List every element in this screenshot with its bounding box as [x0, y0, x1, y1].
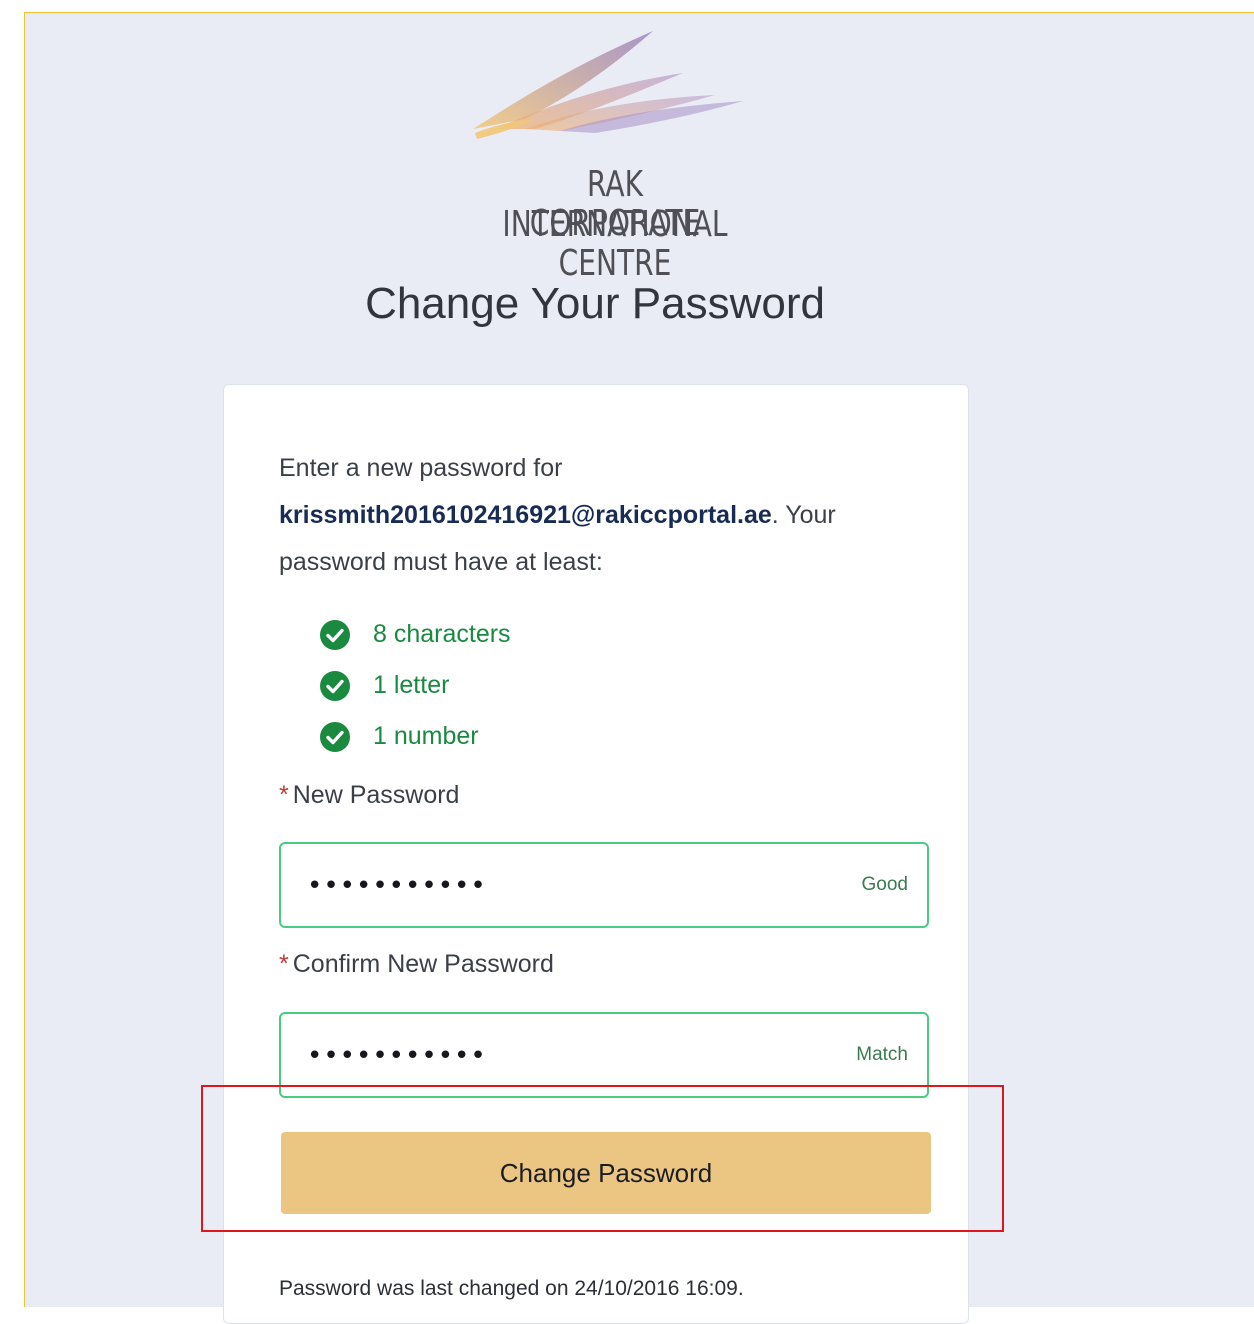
change-password-card: Enter a new password for krissmith201610… [223, 384, 969, 1324]
new-password-label-text: New Password [292, 781, 460, 809]
requirement-item: 1 letter [319, 660, 511, 711]
password-requirements: 8 characters 1 letter 1 number [319, 609, 511, 762]
page-title: Change Your Password [365, 279, 825, 328]
new-password-input[interactable] [305, 864, 829, 908]
username: krissmith2016102416921@rakiccportal.ae [279, 501, 772, 529]
requirement-label: 1 letter [373, 671, 450, 699]
company-logo: RAK INTERNATIONAL CORPORATE CENTRE [465, 29, 765, 284]
check-circle-icon [320, 670, 350, 701]
check-circle-icon [320, 619, 350, 650]
last-changed-text: Password was last changed on 24/10/2016 … [279, 1277, 744, 1300]
confirm-password-field: Match [279, 1012, 929, 1098]
requirement-label: 1 number [373, 722, 479, 750]
instructions-text: Enter a new password for krissmith201610… [279, 445, 929, 586]
new-password-field: Good [279, 842, 929, 928]
change-password-button[interactable]: Change Password [281, 1132, 931, 1214]
required-asterisk: * [279, 950, 289, 978]
requirement-label: 8 characters [373, 620, 511, 648]
login-page: RAK INTERNATIONAL CORPORATE CENTRE Chang… [24, 12, 1254, 1324]
confirm-password-label: * Confirm New Password [279, 950, 554, 979]
password-match-indicator: Match [856, 1044, 908, 1065]
confirm-password-input[interactable] [305, 1034, 829, 1078]
password-strength-indicator: Good [861, 874, 908, 895]
requirement-item: 1 number [319, 711, 511, 762]
check-circle-icon [320, 721, 350, 752]
required-asterisk: * [279, 781, 289, 809]
brand-name-line2: CORPORATE CENTRE [529, 203, 701, 284]
wing-logo-icon [473, 31, 743, 139]
new-password-label: * New Password [279, 781, 459, 810]
instructions-prefix: Enter a new password for [279, 454, 563, 482]
confirm-password-label-text: Confirm New Password [292, 950, 554, 978]
requirement-item: 8 characters [319, 609, 511, 660]
